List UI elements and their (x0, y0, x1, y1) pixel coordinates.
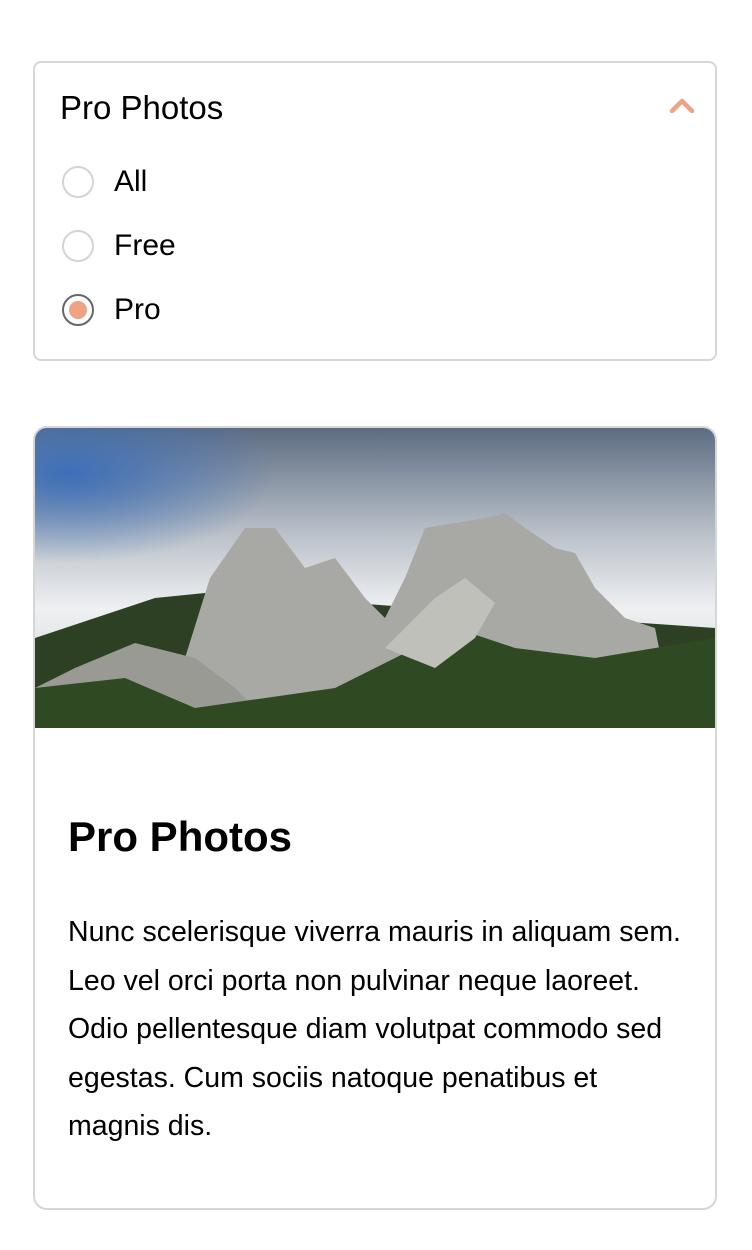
radio-label: Pro (114, 293, 161, 326)
radio-all[interactable]: All (62, 165, 147, 199)
radio-free[interactable]: Free (62, 229, 176, 263)
card-title: Pro Photos (68, 813, 293, 860)
filter-panel: Pro Photos All Free Pro (33, 61, 717, 361)
radio-circle[interactable] (62, 166, 94, 198)
mountain-photo (35, 428, 715, 728)
filter-title: Pro Photos (60, 89, 224, 126)
photo-card: Pro Photos Nunc scelerisque viverra maur… (33, 426, 717, 1210)
radio-pro[interactable]: Pro (62, 293, 161, 327)
radio-label: All (114, 165, 148, 198)
chevron-up-icon[interactable] (669, 95, 695, 115)
radio-circle-selected[interactable] (62, 294, 94, 326)
radio-label: Free (114, 229, 176, 262)
radio-circle[interactable] (62, 230, 94, 262)
card-description: Nunc scelerisque viverra mauris in aliqu… (68, 916, 681, 1142)
